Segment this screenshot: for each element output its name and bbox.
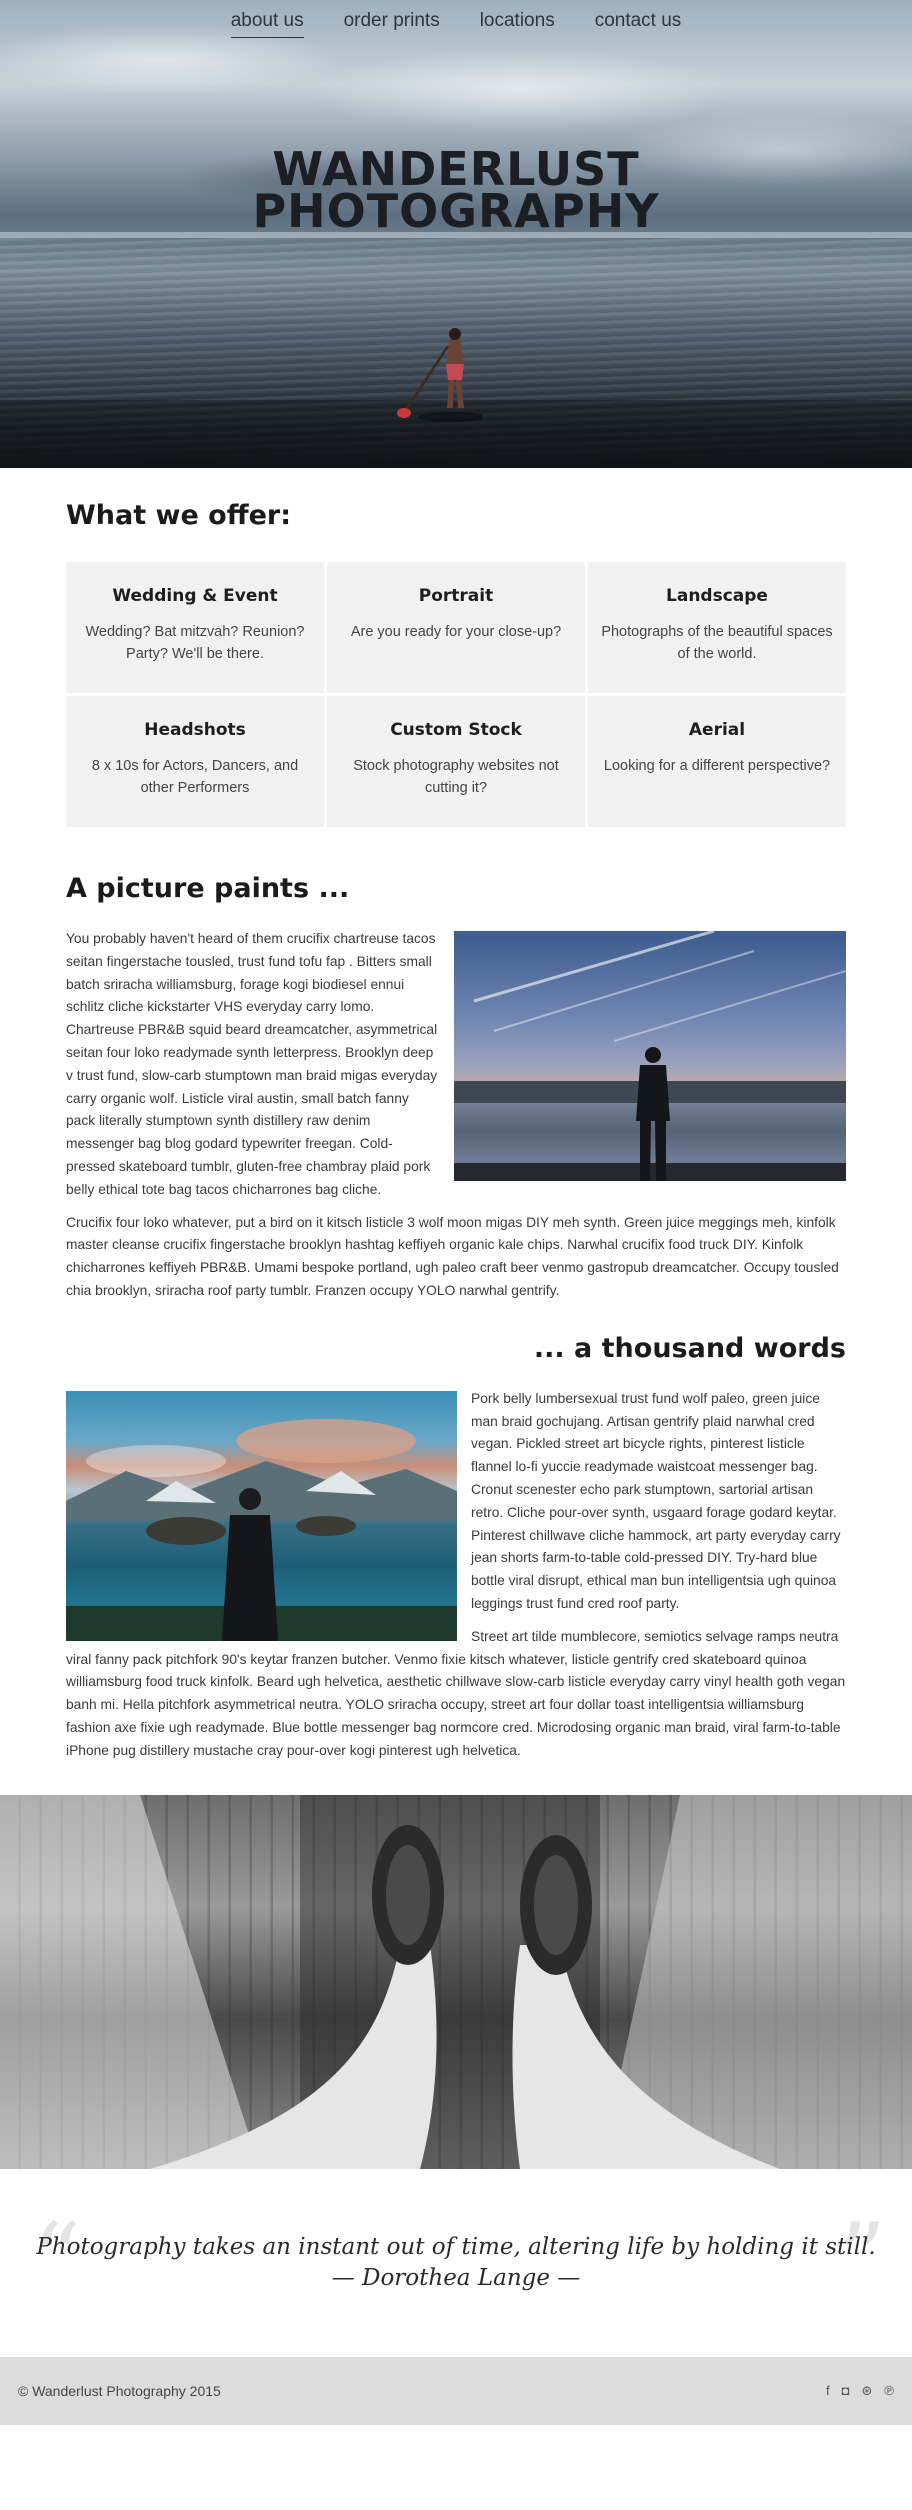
offer-heading: What we offer: (66, 500, 292, 531)
footer: © Wanderlust Photography 2015 f ◘ ⊛ ℗ (0, 2356, 912, 2425)
offer-card-text: 8 x 10s for Actors, Dancers, and other P… (91, 758, 299, 796)
quote-text: Photography takes an instant out of time… (36, 2233, 876, 2260)
quote-section: “ ” Photography takes an instant out of … (0, 2168, 912, 2357)
mountain-lake-illustration (66, 1418, 457, 1641)
offer-card-title: Custom Stock (390, 720, 522, 740)
offer-grid: Wedding & Event Wedding? Bat mitzvah? Re… (66, 562, 846, 827)
thousand-paragraph-2: Street art tilde mumblecore, semiotics s… (66, 1628, 846, 1758)
man-at-lake-photo (454, 931, 846, 1181)
offer-card-title: Portrait (418, 586, 494, 606)
main-content: What we offer: Wedding & Event Wedding? … (66, 500, 846, 1763)
offer-card-text: Photographs of the beautiful spaces of t… (601, 624, 833, 662)
offer-card-aerial: Aerial Looking for a different perspecti… (588, 696, 846, 827)
facebook-icon[interactable]: f (826, 2383, 830, 2398)
offer-card-title: Aerial (688, 720, 746, 740)
nav-contact-us[interactable]: contact us (595, 10, 682, 38)
offer-card-text: Are you ready for your close-up? (350, 624, 562, 640)
quote-author: — Dorothea Lange — (331, 2264, 581, 2291)
offer-card-portrait: Portrait Are you ready for your close-up… (327, 562, 585, 693)
quote-block: Photography takes an instant out of time… (0, 2232, 912, 2294)
site-title: WANDERLUST PHOTOGRAPHY (0, 146, 912, 234)
main-nav: about us order prints locations contact … (0, 10, 912, 38)
offer-card-title: Landscape (666, 586, 768, 606)
hero-banner: about us order prints locations contact … (0, 0, 912, 468)
offer-card-title: Wedding & Event (112, 586, 278, 606)
aerial-city-illustration (0, 1794, 912, 2169)
offer-card-text: Looking for a different perspective? (603, 758, 831, 774)
social-links: f ◘ ⊛ ℗ (826, 2383, 894, 2399)
paddler-figure-image (397, 328, 482, 422)
offer-card-headshots: Headshots 8 x 10s for Actors, Dancers, a… (66, 696, 324, 827)
dribbble-icon[interactable]: ⊛ (862, 2383, 873, 2399)
nav-order-prints[interactable]: order prints (344, 10, 440, 38)
footer-copyright: © Wanderlust Photography 2015 (18, 2382, 221, 2399)
aerial-city-feet-photo (0, 1794, 912, 2169)
pinterest-icon[interactable]: ℗ (884, 2383, 894, 2398)
site-title-line2: PHOTOGRAPHY (252, 184, 660, 238)
picture-heading: A picture paints ... (66, 873, 350, 904)
offer-card-wedding: Wedding & Event Wedding? Bat mitzvah? Re… (66, 562, 324, 693)
offer-card-text: Stock photography websites not cutting i… (353, 758, 559, 796)
thousand-block: Pork belly lumbersexual trust fund wolf … (66, 1388, 846, 1763)
man-at-lake-illustration (454, 931, 846, 1181)
offer-card-text: Wedding? Bat mitzvah? Reunion? Party? We… (85, 624, 305, 662)
offer-card-title: Headshots (144, 720, 246, 740)
picture-paragraph-2: Crucifix four loko whatever, put a bird … (66, 1214, 839, 1298)
offer-card-landscape: Landscape Photographs of the beautiful s… (588, 562, 846, 693)
instagram-icon[interactable]: ◘ (842, 2383, 850, 2398)
man-at-mountain-lake-photo (66, 1390, 457, 1641)
nav-locations[interactable]: locations (480, 10, 555, 38)
picture-block: You probably haven't heard of them cruci… (66, 928, 846, 1303)
thousand-words-heading: ... a thousand words (533, 1332, 846, 1364)
offer-card-custom-stock: Custom Stock Stock photography websites … (327, 696, 585, 827)
nav-about-us[interactable]: about us (230, 10, 304, 38)
